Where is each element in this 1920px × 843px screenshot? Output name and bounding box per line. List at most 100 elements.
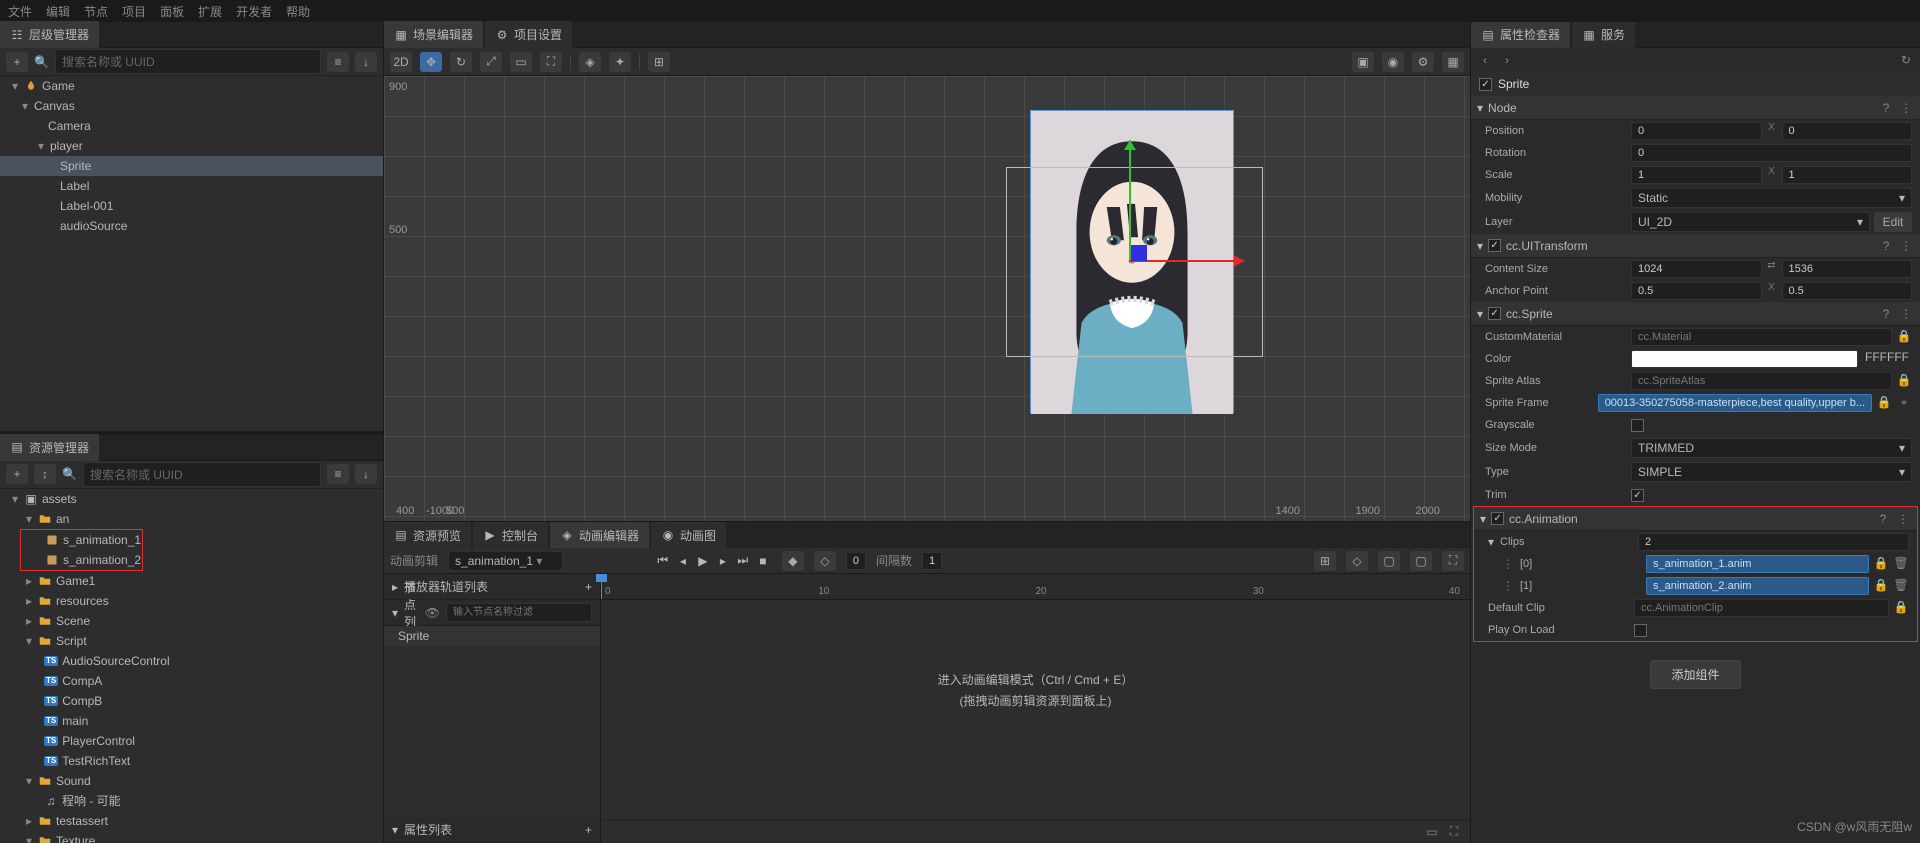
goto-end-button[interactable]: ⏭ (734, 552, 752, 570)
help-icon[interactable]: ? (1878, 100, 1894, 116)
zoom-fit-icon[interactable]: ⛶ (1446, 824, 1462, 840)
node-audiosource[interactable]: audioSource (60, 219, 127, 233)
rotation-input[interactable]: 0 (1631, 144, 1912, 162)
scale-y-input[interactable]: 1 (1782, 166, 1913, 184)
asset-filter-button[interactable]: ≡ (327, 464, 349, 484)
sort-button[interactable]: ↕ (34, 464, 56, 484)
clip1-field[interactable]: s_animation_2.anim (1646, 577, 1869, 595)
sizemode-select[interactable]: TRIMMED▾ (1631, 438, 1912, 458)
add-component-button[interactable]: 添加组件 (1650, 660, 1740, 689)
anim-opt5-button[interactable]: ⛶ (1442, 551, 1464, 571)
mode-2d-button[interactable]: 2D (390, 52, 412, 72)
rect-tool-button[interactable]: ▭ (510, 52, 532, 72)
folder-resources[interactable]: resources (56, 594, 109, 608)
node-canvas[interactable]: Canvas (34, 99, 75, 113)
help-icon[interactable]: ? (1878, 238, 1894, 254)
move-tool-button[interactable]: ✥ (420, 52, 442, 72)
nav-fwd-button[interactable]: › (1499, 52, 1515, 68)
folder-script[interactable]: Script (56, 634, 87, 648)
anchor-x-input[interactable]: 0.5 (1631, 282, 1762, 300)
menu-node[interactable]: 节点 (84, 3, 108, 20)
folder-sound[interactable]: Sound (56, 774, 91, 788)
pivot-button[interactable]: ◈ (579, 52, 601, 72)
hierarchy-tree[interactable]: ▾Game ▾Canvas Camera ▾player Sprite Labe… (0, 76, 383, 431)
assets-tree[interactable]: ▾▣assets ▾an s_animation_1 s_animation_2… (0, 489, 383, 843)
align-button[interactable]: ⊞ (648, 52, 670, 72)
sprite-frame-field[interactable]: 00013-350275058-masterpiece,best quality… (1598, 394, 1872, 412)
asset-collapse-button[interactable]: ↓ (355, 464, 377, 484)
menu-dev[interactable]: 开发者 (236, 3, 272, 20)
script-playercontrol[interactable]: PlayerControl (62, 734, 135, 748)
node-sprite[interactable]: Sprite (60, 159, 91, 173)
content-h-input[interactable]: 1536 (1782, 260, 1913, 278)
scale-tool-button[interactable]: ⤢ (480, 52, 502, 72)
uitransform-enabled-checkbox[interactable] (1488, 239, 1501, 252)
anim-opt3-button[interactable]: ▢ (1378, 551, 1400, 571)
clip0-field[interactable]: s_animation_1.anim (1646, 555, 1869, 573)
script-compb[interactable]: CompB (62, 694, 102, 708)
anchor-button[interactable]: ✦ (609, 52, 631, 72)
hierarchy-tab[interactable]: ☷ 层级管理器 (0, 21, 99, 48)
help-icon[interactable]: ? (1875, 511, 1891, 527)
layer-edit-button[interactable]: Edit (1874, 212, 1912, 232)
add-event-button[interactable]: ◇ (814, 551, 836, 571)
menu-icon[interactable]: ⋮ (1898, 306, 1914, 322)
folder-texture[interactable]: Texture (56, 834, 95, 843)
menu-file[interactable]: 文件 (8, 3, 32, 20)
section-sprite[interactable]: ▾cc.Sprite?⋮ (1471, 302, 1920, 326)
script-audiosource[interactable]: AudioSourceControl (62, 654, 169, 668)
grayscale-checkbox[interactable] (1631, 419, 1644, 432)
scene-editor-tab[interactable]: ▦场景编辑器 (384, 21, 483, 48)
asset-s_animation_2[interactable]: s_animation_2 (63, 553, 141, 567)
play-button[interactable]: ▶ (694, 552, 712, 570)
section-node[interactable]: ▾Node?⋮ (1471, 96, 1920, 120)
folder-game1[interactable]: Game1 (56, 574, 95, 588)
scene-viewport[interactable]: 900 500 400 500 -1000 1400 1900 2000 (384, 76, 1470, 521)
sprite-atlas-field[interactable]: cc.SpriteAtlas (1631, 372, 1892, 390)
spacing-input[interactable]: 1 (922, 552, 942, 570)
clips-count-input[interactable]: 2 (1638, 533, 1909, 551)
script-main[interactable]: main (62, 714, 88, 728)
next-frame-button[interactable]: ▸ (714, 552, 732, 570)
asset-sound[interactable]: 程响 - 可能 (62, 792, 121, 809)
transform-tool-button[interactable]: ⛶ (540, 52, 562, 72)
delete-icon[interactable]: 🗑 (1893, 577, 1909, 593)
lock-icon[interactable]: 🔒 (1893, 599, 1909, 615)
anim-opt2-button[interactable]: ◇ (1346, 551, 1368, 571)
help-icon[interactable]: ? (1878, 306, 1894, 322)
mobility-select[interactable]: Static▾ (1631, 188, 1912, 208)
script-testrichtext[interactable]: TestRichText (62, 754, 130, 768)
project-settings-tab[interactable]: ⚙项目设置 (485, 21, 572, 48)
timeline-ruler[interactable]: 0 10 20 30 40 (601, 574, 1470, 600)
hierarchy-root[interactable]: Game (42, 79, 75, 93)
services-tab[interactable]: ▦服务 (1572, 22, 1635, 48)
grid-button[interactable]: ▦ (1442, 52, 1464, 72)
assets-tab[interactable]: ▤ 资源管理器 (0, 434, 99, 461)
rotate-tool-button[interactable]: ↻ (450, 52, 472, 72)
lock-icon[interactable]: 🔒 (1873, 577, 1889, 593)
anim-opt4-button[interactable]: ▢ (1410, 551, 1432, 571)
scale-x-input[interactable]: 1 (1631, 166, 1762, 184)
anim-opt1-button[interactable]: ⊞ (1314, 551, 1336, 571)
default-clip-field[interactable]: cc.AnimationClip (1634, 599, 1889, 617)
custom-material-field[interactable]: cc.Material (1631, 328, 1892, 346)
node-player[interactable]: player (50, 139, 83, 153)
camera-button[interactable]: ◉ (1382, 52, 1404, 72)
nav-back-button[interactable]: ‹ (1477, 52, 1493, 68)
frame-input[interactable]: 0 (846, 552, 866, 570)
position-y-input[interactable]: 0 (1782, 122, 1913, 140)
console-tab[interactable]: ▶控制台 (473, 522, 548, 549)
inspector-tab[interactable]: ▤属性检查器 (1471, 22, 1570, 48)
menu-bar[interactable]: 文件 编辑 节点 项目 面板 扩展 开发者 帮助 (0, 0, 1920, 22)
layer-select[interactable]: UI_2D▾ (1631, 212, 1870, 232)
assets-search-input[interactable]: 搜索名称或 UUID (83, 462, 321, 487)
section-animation[interactable]: ▾cc.Animation?⋮ (1474, 507, 1917, 531)
menu-ext[interactable]: 扩展 (198, 3, 222, 20)
add-node-button[interactable]: + (6, 52, 28, 72)
lock-icon[interactable]: 🔒 (1896, 328, 1912, 344)
anim-node-sprite[interactable]: Sprite (384, 626, 600, 646)
stop-button[interactable]: ■ (754, 552, 772, 570)
clip-dropdown[interactable]: s_animation_1 ▾ (448, 551, 563, 571)
eye-icon[interactable]: 👁 (425, 605, 440, 621)
color-picker[interactable] (1631, 350, 1858, 368)
